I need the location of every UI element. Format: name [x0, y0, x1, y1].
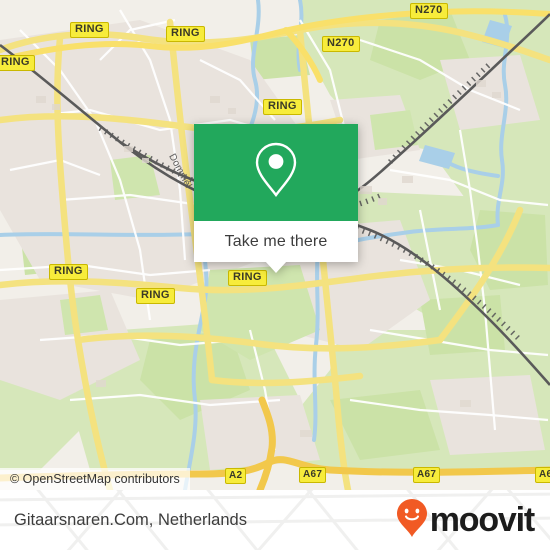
road-shield: RING	[0, 55, 35, 71]
road-shield: RING	[166, 26, 205, 42]
callout-action-bar[interactable]: Take me there	[194, 221, 358, 273]
map-share-card: RING RING RING N270 N270 RING RING RING …	[0, 0, 550, 550]
moovit-logo[interactable]: moovit	[396, 490, 535, 550]
callout-pointer-tip	[265, 261, 287, 273]
road-shield: A2	[225, 468, 247, 484]
road-shield: RING	[228, 270, 267, 286]
take-me-there-label: Take me there	[224, 232, 328, 250]
footer-bar: Gitaarsnaren.Com, Netherlands moovit	[0, 490, 550, 550]
map-canvas[interactable]: RING RING RING N270 N270 RING RING RING …	[0, 0, 550, 490]
road-shield: A67	[299, 467, 327, 483]
road-shield: RING	[263, 99, 302, 115]
callout-pin-panel	[194, 124, 358, 221]
road-shield: RING	[70, 22, 109, 38]
road-shield: A67	[535, 467, 550, 483]
osm-attribution[interactable]: © OpenStreetMap contributors	[0, 468, 190, 490]
road-shield: RING	[49, 264, 88, 280]
map-pin-icon	[253, 141, 299, 204]
road-shield: A67	[413, 467, 441, 483]
road-shield: N270	[410, 3, 448, 19]
road-shield: RING	[136, 288, 175, 304]
moovit-wordmark: moovit	[429, 501, 535, 539]
place-title: Gitaarsnaren.Com, Netherlands	[14, 510, 247, 529]
take-me-there-callout[interactable]: Take me there	[194, 124, 358, 273]
moovit-smiley-pin-icon	[396, 498, 428, 543]
road-shield: N270	[322, 36, 360, 52]
